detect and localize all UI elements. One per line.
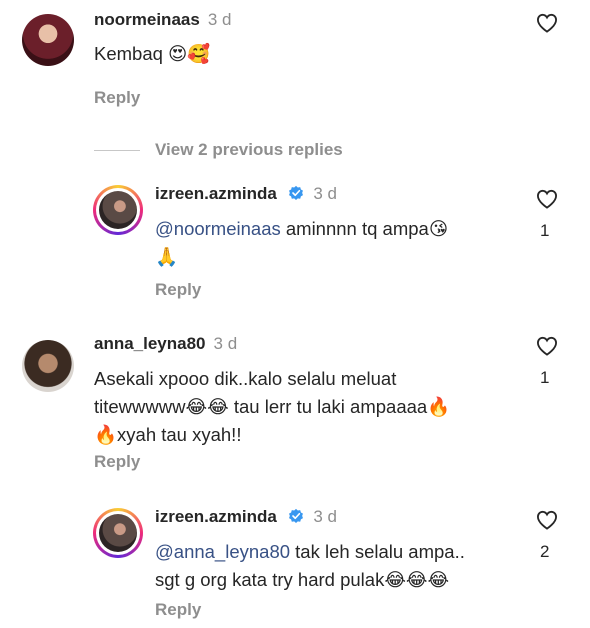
reply-time: 3 d xyxy=(313,184,337,203)
avatar-noormeinaas[interactable] xyxy=(22,14,74,66)
like-count[interactable]: 2 xyxy=(540,542,549,562)
comment-username[interactable]: anna_leyna80 xyxy=(94,334,206,353)
reply-text-line2: sgt g org kata try hard pulak😂😂😂 xyxy=(155,569,450,590)
reply-header: izreen.azminda 3 d xyxy=(155,507,337,527)
heart-outline-icon[interactable] xyxy=(536,510,558,530)
comment-time: 3 d xyxy=(207,10,232,29)
heart-outline-icon[interactable] xyxy=(536,336,558,356)
avatar-izreen xyxy=(99,191,137,229)
verified-badge-icon xyxy=(289,508,304,523)
reply-button[interactable]: Reply xyxy=(155,280,201,300)
mention-link[interactable]: @anna_leyna80 xyxy=(155,541,290,562)
comment-text: Kembaq 😍🥰 xyxy=(94,43,211,64)
comment-text: Asekali xpooo dik..kalo selalu meluat ti… xyxy=(94,365,524,449)
reply-button[interactable]: Reply xyxy=(94,88,140,108)
reply-text-line2: 🙏 xyxy=(155,246,179,267)
reply-button[interactable]: Reply xyxy=(94,452,140,472)
comment-text-line2: titewwwww😂😂 tau lerr tu laki ampaaaa🔥 xyxy=(94,396,451,417)
avatar-izreen xyxy=(99,514,137,552)
reply-text-rest: tak leh selalu ampa.. xyxy=(290,541,465,562)
comment-header: anna_leyna80 3 d xyxy=(94,334,237,354)
comment-text-line1: Asekali xpooo dik..kalo selalu meluat xyxy=(94,368,397,389)
reply-time: 3 d xyxy=(313,507,337,526)
like-count[interactable]: 1 xyxy=(540,221,549,241)
comment-header: noormeinaas 3 d xyxy=(94,10,231,30)
comment-username[interactable]: noormeinaas xyxy=(94,10,200,29)
comment-time: 3 d xyxy=(213,334,238,353)
reply-username[interactable]: izreen.azminda xyxy=(155,507,277,526)
like-count[interactable]: 1 xyxy=(540,368,549,388)
view-replies-divider xyxy=(94,150,140,151)
reply-username[interactable]: izreen.azminda xyxy=(155,184,277,203)
heart-outline-icon[interactable] xyxy=(536,189,558,209)
view-previous-replies-button[interactable]: View 2 previous replies xyxy=(155,140,343,160)
verified-badge-icon xyxy=(289,185,304,200)
reply-text: @anna_leyna80 tak leh selalu ampa.. sgt … xyxy=(155,538,525,594)
avatar-izreen-story-ring[interactable] xyxy=(93,185,143,235)
heart-outline-icon[interactable] xyxy=(536,13,558,33)
reply-button[interactable]: Reply xyxy=(155,600,201,620)
comment-text-line3: 🔥xyah tau xyah!! xyxy=(94,424,242,445)
mention-link[interactable]: @noormeinaas xyxy=(155,218,281,239)
avatar-anna-leyna80[interactable] xyxy=(22,340,74,392)
reply-text: @noormeinaas aminnnn tq ampa😘 🙏 xyxy=(155,215,515,271)
avatar-izreen-story-ring[interactable] xyxy=(93,508,143,558)
reply-text-rest: aminnnn tq ampa😘 xyxy=(280,218,449,239)
reply-header: izreen.azminda 3 d xyxy=(155,184,337,204)
